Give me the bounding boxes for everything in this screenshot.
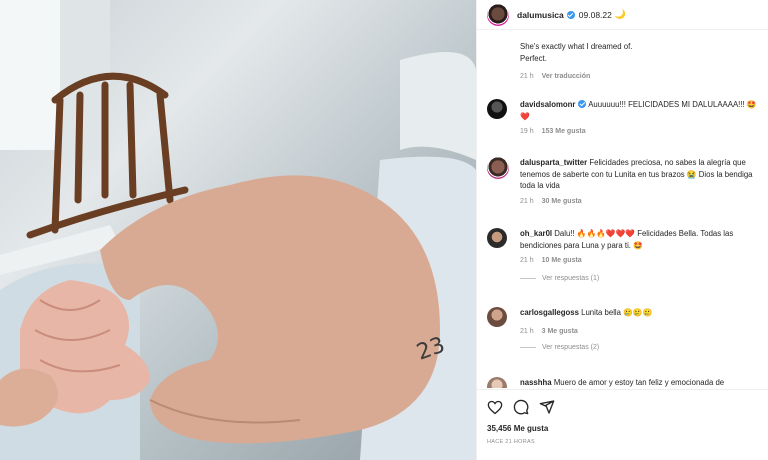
comment-item: davidsalomonr Auuuuuu!!! FELICIDADES MI … [487, 99, 759, 135]
heart-icon[interactable] [487, 400, 503, 415]
comment-item: nasshha Muero de amor y estoy tan feliz … [487, 377, 759, 388]
commenter-avatar[interactable] [487, 99, 507, 119]
comment-item: carlosgallegoss Lunita bella 🥲🥲🥲 21 h 3 … [487, 307, 759, 351]
comment-icon[interactable] [513, 399, 529, 415]
comment-text: Muero de amor y estoy tan feliz y emocio… [553, 378, 725, 387]
comment-time: 19 h [520, 128, 534, 135]
comment-item: dalusparta_twitter Felicidades preciosa,… [487, 157, 759, 205]
comment-text: Lunita bella 🥲🥲🥲 [581, 308, 653, 317]
comment-text: Dalu!! 🔥🔥🔥❤️❤️❤️ Felicidades Bella. Toda… [520, 229, 734, 250]
comment-username[interactable]: davidsalomonr [520, 100, 575, 109]
caption: She's exactly what I dreamed of. Perfect… [487, 41, 759, 80]
caption-line-1: She's exactly what I dreamed of. [520, 42, 633, 51]
comment-username[interactable]: carlosgallegoss [520, 308, 579, 317]
comment-time: 21 h [520, 257, 534, 264]
author-username[interactable]: dalumusica [517, 10, 564, 20]
comment-username[interactable]: dalusparta_twitter [520, 158, 587, 167]
post-age: HACE 21 HORAS [487, 439, 535, 445]
comment-likes[interactable]: 3 Me gusta [542, 328, 578, 335]
comment-username[interactable]: nasshha [520, 378, 552, 387]
caption-time: 21 h [520, 73, 534, 80]
replies-dash [520, 278, 536, 279]
commenter-avatar[interactable] [487, 377, 507, 388]
post-actions: 35,456 Me gusta HACE 21 HORAS [477, 389, 768, 445]
share-icon[interactable] [539, 399, 555, 415]
comment-likes[interactable]: 10 Me gusta [542, 257, 582, 264]
view-replies-button[interactable]: Ver respuestas (2) [520, 344, 759, 351]
verified-badge-icon [578, 100, 587, 108]
comment-time: 21 h [520, 197, 534, 205]
see-translation-link[interactable]: Ver traducción [542, 73, 591, 80]
moon-emoji: 🌙 [614, 9, 627, 19]
like-count[interactable]: 35,456 Me gusta [487, 424, 759, 433]
author-avatar[interactable] [487, 3, 509, 26]
comments-list[interactable]: She's exactly what I dreamed of. Perfect… [477, 31, 768, 388]
commenter-avatar[interactable] [487, 307, 507, 327]
commenter-avatar[interactable] [487, 157, 509, 179]
replies-dash [520, 346, 536, 348]
comment-likes[interactable]: 153 Me gusta [542, 128, 586, 135]
post-photo: 23 [0, 0, 476, 460]
view-replies-label: Ver respuestas (2) [542, 343, 600, 351]
comment-item: oh_kar0l Dalu!! 🔥🔥🔥❤️❤️❤️ Felicidades Be… [487, 228, 759, 282]
post-header: dalumusica 09.08.22 🌙 [477, 0, 768, 30]
commenter-avatar[interactable] [487, 228, 507, 248]
verified-badge-icon [566, 10, 575, 19]
comment-username[interactable]: oh_kar0l [520, 229, 552, 238]
caption-line-2: Perfect. [520, 53, 547, 63]
post-panel: dalumusica 09.08.22 🌙 She's exactly what… [476, 0, 768, 460]
post-date: 09.08.22 [578, 9, 612, 20]
comment-time: 21 h [520, 327, 534, 335]
comment-likes[interactable]: 30 Me gusta [542, 198, 582, 205]
view-replies-button[interactable]: Ver respuestas (1) [520, 275, 759, 282]
view-replies-label: Ver respuestas (1) [542, 275, 600, 282]
photo-illustration: 23 [0, 0, 476, 460]
